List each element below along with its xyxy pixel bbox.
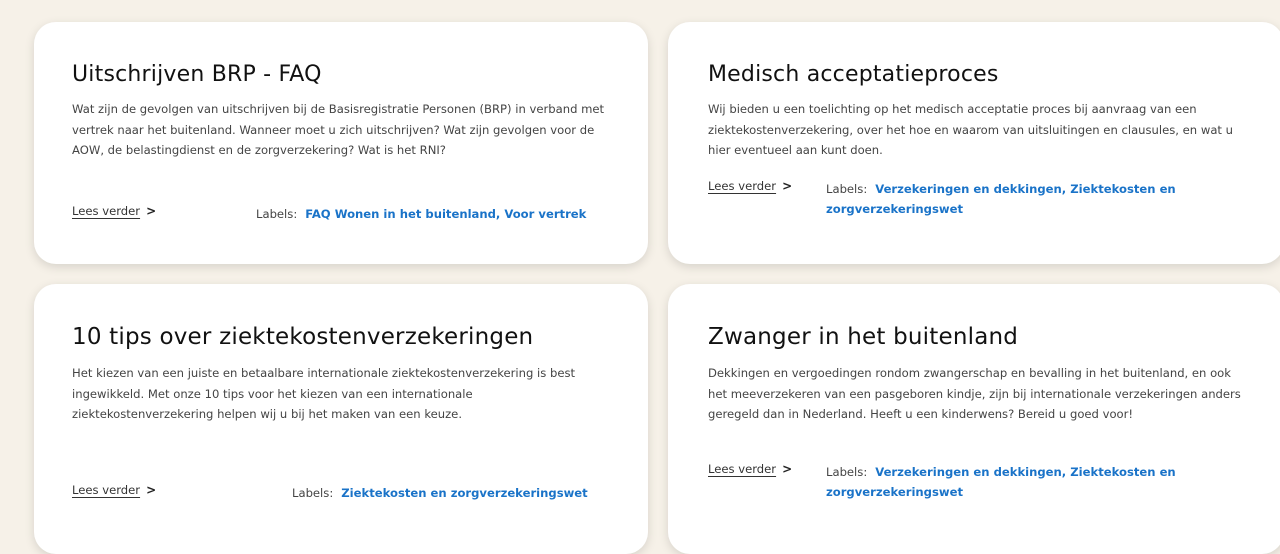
labels-key: Labels:	[826, 465, 868, 479]
card-title[interactable]: Uitschrijven BRP - FAQ	[72, 62, 322, 87]
article-card-uitschrijven-brp: Uitschrijven BRP - FAQ Wat zijn de gevol…	[34, 22, 648, 264]
chevron-right-icon: >	[146, 483, 157, 497]
card-labels: Labels: Verzekeringen en dekkingen, Ziekt…	[826, 462, 1206, 502]
labels-value-link[interactable]: Verzekeringen en dekkingen, Ziektekosten…	[826, 465, 1176, 499]
card-description: Wij bieden u een toelichting op het medi…	[708, 102, 1234, 157]
card-labels: Labels: Verzekeringen en dekkingen, Ziekt…	[826, 179, 1206, 219]
article-card-10-tips: 10 tips over ziektekostenverzekeringen H…	[34, 284, 648, 554]
read-more-label: Lees verder	[708, 462, 777, 476]
card-description: Het kiezen van een juiste en betaalbare …	[72, 366, 576, 421]
labels-key: Labels:	[292, 486, 334, 500]
card-title[interactable]: Zwanger in het buitenland	[708, 324, 1018, 350]
labels-key: Labels:	[826, 182, 868, 196]
article-card-medisch-acceptatieproces: Medisch acceptatieproces Wij bieden u ee…	[668, 22, 1280, 264]
card-labels: Labels: Ziektekosten en zorgverzekeringsw…	[292, 483, 632, 503]
chevron-right-icon: >	[782, 462, 793, 476]
read-more-link[interactable]: Lees verder >	[708, 179, 792, 193]
card-description: Wat zijn de gevolgen van uitschrijven bi…	[72, 102, 605, 157]
read-more-link[interactable]: Lees verder >	[72, 204, 156, 218]
card-description: Dekkingen en vergoedingen rondom zwanger…	[708, 366, 1241, 421]
read-more-link[interactable]: Lees verder >	[708, 462, 792, 476]
card-labels: Labels: FAQ Wonen in het buitenland, Voor…	[256, 204, 636, 224]
labels-key: Labels:	[256, 207, 298, 221]
article-card-zwanger-buitenland: Zwanger in het buitenland Dekkingen en v…	[668, 284, 1280, 554]
card-title[interactable]: 10 tips over ziektekostenverzekeringen	[72, 324, 533, 350]
chevron-right-icon: >	[146, 204, 157, 218]
labels-value-link[interactable]: Verzekeringen en dekkingen, Ziektekosten…	[826, 182, 1176, 216]
labels-value-link[interactable]: Ziektekosten en zorgverzekeringswet	[341, 486, 587, 500]
read-more-label: Lees verder	[72, 204, 141, 218]
chevron-right-icon: >	[782, 179, 793, 193]
read-more-label: Lees verder	[72, 483, 141, 497]
labels-value-link[interactable]: FAQ Wonen in het buitenland, Voor vertre…	[305, 207, 586, 221]
card-title[interactable]: Medisch acceptatieproces	[708, 62, 999, 87]
read-more-link[interactable]: Lees verder >	[72, 483, 156, 497]
read-more-label: Lees verder	[708, 179, 777, 193]
